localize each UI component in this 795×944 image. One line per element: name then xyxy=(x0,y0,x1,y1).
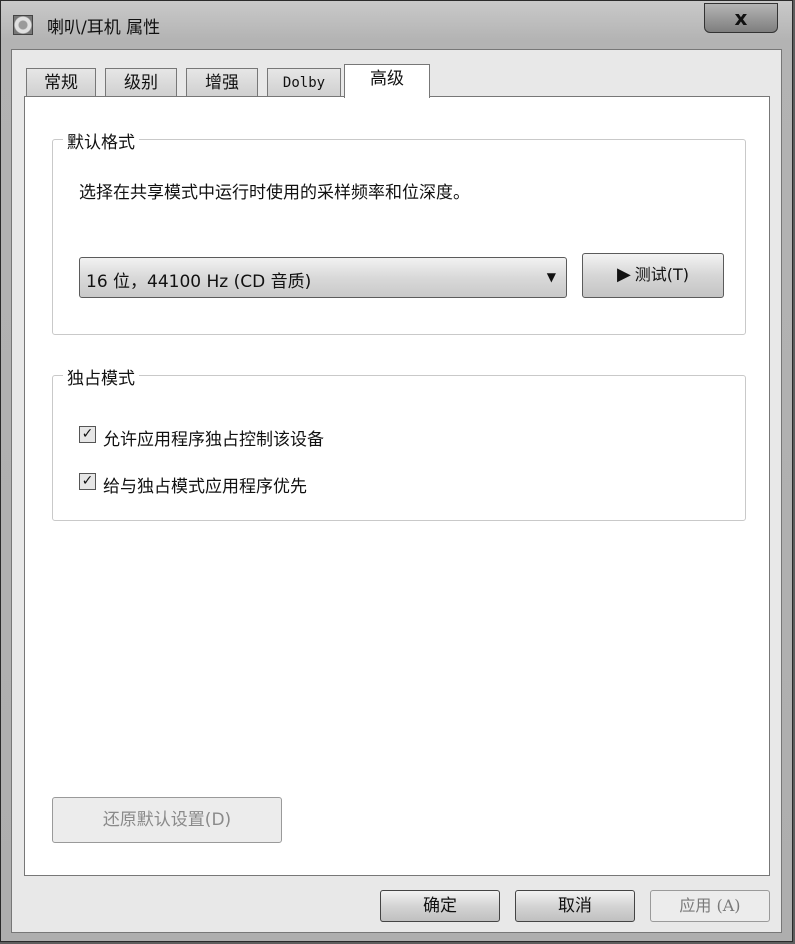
window-title: 喇叭/耳机 属性 xyxy=(47,18,161,38)
test-button[interactable]: ▶ 测试(T) xyxy=(582,253,724,298)
close-button[interactable]: x xyxy=(704,3,778,33)
default-format-title: 默认格式 xyxy=(63,128,139,153)
exclusive-mode-group: 独占模式 ✓ 允许应用程序独占控制该设备 ✓ 给与独占模式应用程序优先 xyxy=(52,364,746,521)
sample-format-dropdown[interactable]: 16 位，44100 Hz (CD 音质) ▼ xyxy=(79,257,567,298)
exclusive-priority-checkbox[interactable]: ✓ xyxy=(79,473,96,490)
test-button-label: 测试(T) xyxy=(634,265,690,284)
speaker-icon xyxy=(13,15,33,35)
play-icon: ▶ xyxy=(616,264,631,285)
exclusive-priority-label: 给与独占模式应用程序优先 xyxy=(103,477,307,497)
apply-button[interactable]: 应用 (A) xyxy=(650,890,770,922)
default-format-description: 选择在共享模式中运行时使用的采样频率和位深度。 xyxy=(79,183,470,203)
allow-exclusive-control-label: 允许应用程序独占控制该设备 xyxy=(103,430,324,450)
ok-button[interactable]: 确定 xyxy=(380,890,500,922)
tab-advanced[interactable]: 高级 xyxy=(344,64,430,98)
tab-levels[interactable]: 级别 xyxy=(105,68,177,97)
sample-format-value: 16 位，44100 Hz (CD 音质) xyxy=(86,272,312,292)
properties-dialog: 喇叭/耳机 属性 x 常规 级别 增强 Dolby 高级 默认格式 选择在共享模… xyxy=(0,0,793,942)
allow-exclusive-control-checkbox[interactable]: ✓ xyxy=(79,426,96,443)
dialog-body: 常规 级别 增强 Dolby 高级 默认格式 选择在共享模式中运行时使用的采样频… xyxy=(11,49,782,933)
tab-general[interactable]: 常规 xyxy=(26,68,96,97)
default-format-group: 默认格式 选择在共享模式中运行时使用的采样频率和位深度。 xyxy=(52,128,746,335)
tab-enhancements[interactable]: 增强 xyxy=(186,68,258,97)
title-bar[interactable]: 喇叭/耳机 属性 x xyxy=(1,1,792,49)
chevron-down-icon: ▼ xyxy=(546,270,556,284)
tab-dolby[interactable]: Dolby xyxy=(267,68,341,97)
restore-defaults-button[interactable]: 还原默认设置(D) xyxy=(52,797,282,843)
cancel-button[interactable]: 取消 xyxy=(515,890,635,922)
exclusive-mode-title: 独占模式 xyxy=(63,364,139,389)
advanced-tab-page: 默认格式 选择在共享模式中运行时使用的采样频率和位深度。 16 位，44100 … xyxy=(24,96,770,876)
